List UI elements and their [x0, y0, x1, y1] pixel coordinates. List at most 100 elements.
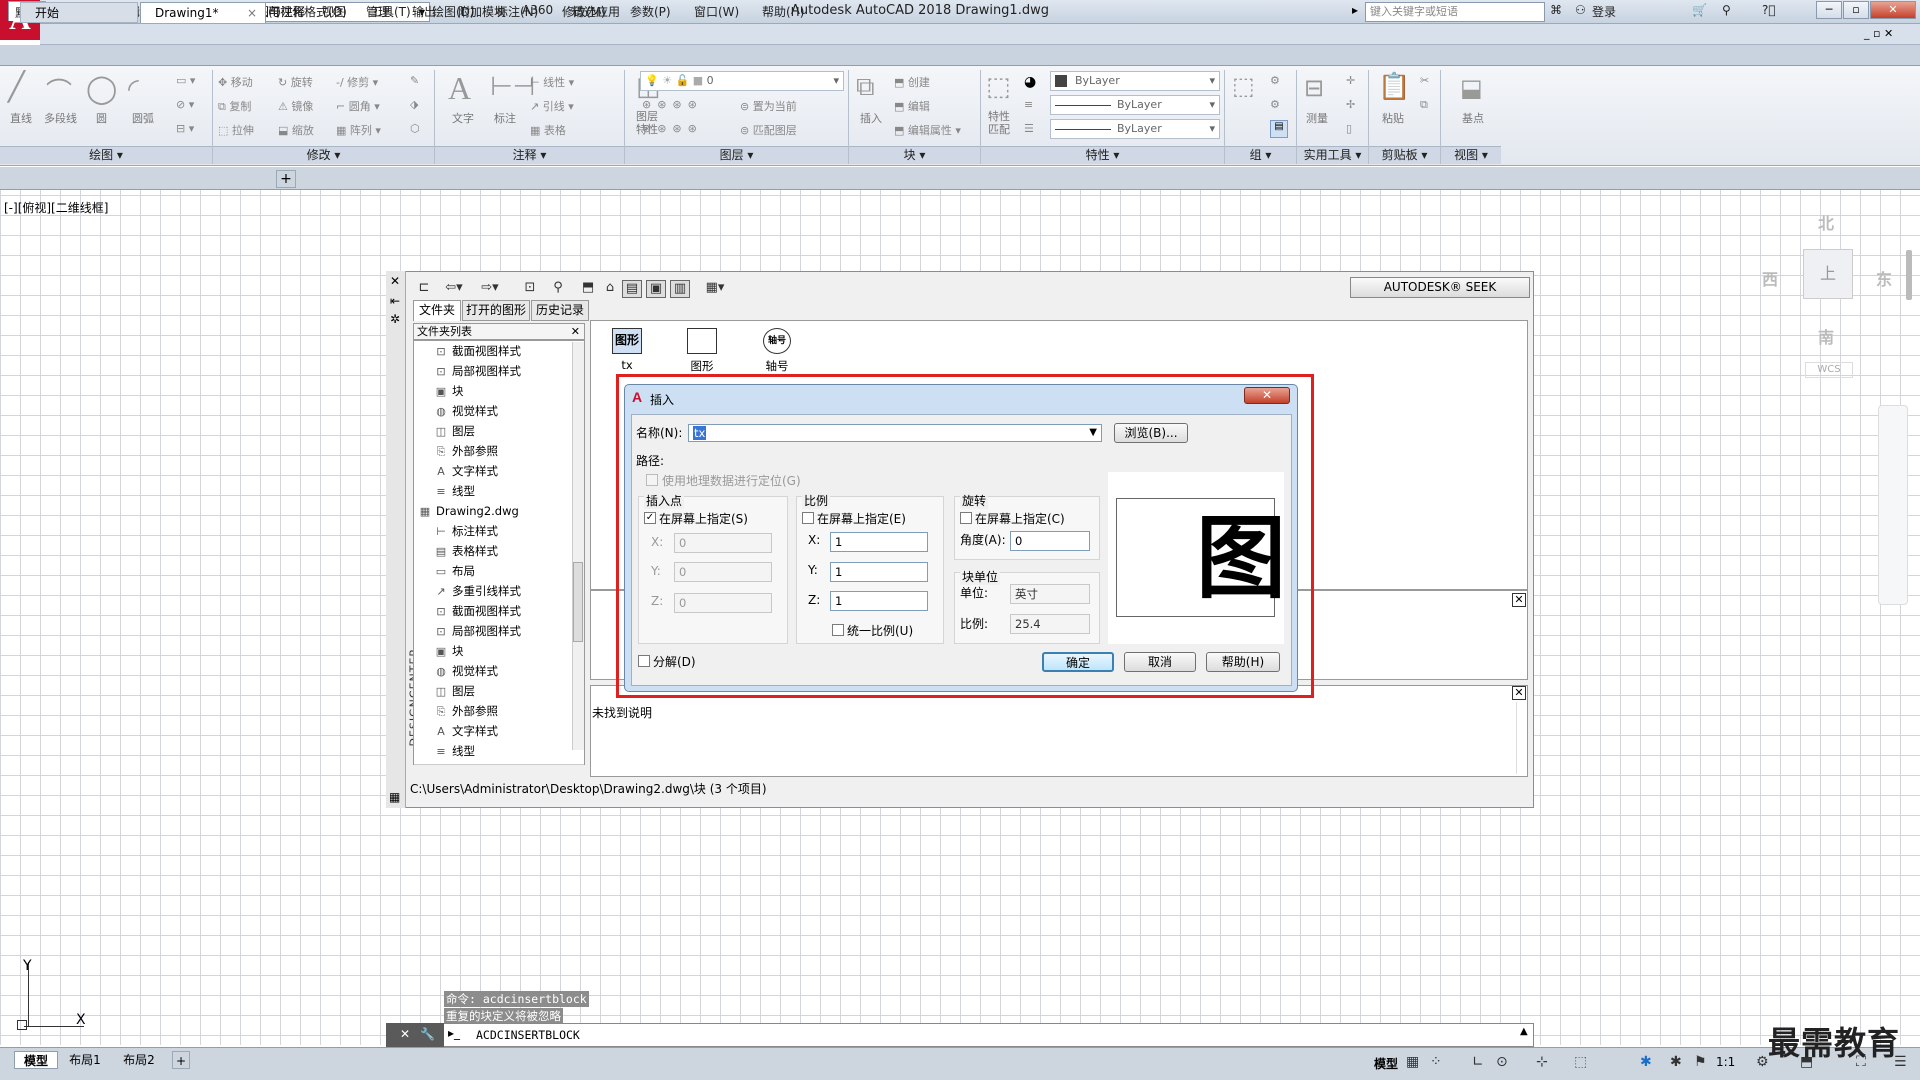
line-tool-icon[interactable]: ╱	[8, 72, 42, 106]
menu-item[interactable]: 帮助(H)	[762, 3, 804, 20]
mirror-tool[interactable]: ⚠ 镜像	[278, 98, 313, 114]
cart-icon[interactable]: 🛒	[1692, 3, 1707, 17]
tree-node[interactable]: ▦ Drawing2.dwg	[414, 501, 584, 521]
menu-item[interactable]: 参数(P)	[630, 3, 671, 20]
color-select[interactable]: ByLayer ▾	[1050, 71, 1220, 91]
lineweight-icon[interactable]: ☰	[1024, 122, 1034, 135]
stretch-tool[interactable]: ⬚ 拉伸	[218, 122, 254, 138]
palette-autohide-icon[interactable]: ⇤	[390, 294, 400, 308]
arc-tool-icon[interactable]: ◜	[128, 72, 162, 106]
hatch-icon[interactable]: ⊘ ▾	[176, 98, 194, 111]
copy-tool[interactable]: ⧉ 复制	[218, 98, 251, 114]
scale-x-input[interactable]: 1	[830, 532, 928, 552]
home-icon[interactable]: ⌂	[600, 280, 620, 298]
tree-vertical-scrollbar[interactable]	[572, 342, 584, 750]
match-layer[interactable]: ⊜ 匹配图层	[740, 122, 797, 138]
ribbon-tab[interactable]: 管理	[366, 3, 390, 20]
layout-tab-1[interactable]: 布局1	[60, 1051, 110, 1069]
color-wheel-icon[interactable]: ◕	[1024, 74, 1036, 90]
text-tool-icon[interactable]: A	[448, 70, 471, 107]
set-current-layer[interactable]: ⊜ 置为当前	[740, 98, 797, 114]
forward-icon[interactable]: ⇨▾	[480, 280, 500, 298]
rotation-onscreen-checkbox[interactable]	[960, 512, 972, 524]
block-item-axis[interactable]: 轴号 轴号	[747, 328, 807, 374]
basepoint-icon[interactable]: ⬓	[1460, 74, 1483, 102]
tab-drawing1[interactable]: Drawing1* ×	[140, 2, 266, 23]
copy-clip-icon[interactable]: ⧉	[1420, 98, 1428, 112]
insertion-x-input[interactable]: 0	[674, 533, 772, 553]
match-properties-icon[interactable]: ⬚	[986, 72, 1011, 102]
select-icon[interactable]: ✢	[1346, 98, 1355, 111]
block-name-combobox[interactable]: tx ▼	[688, 424, 1102, 442]
model-space-toggle[interactable]: 模型	[1374, 1055, 1398, 1072]
tab-folders[interactable]: 文件夹	[413, 300, 461, 321]
group-select-toggle[interactable]: ▤	[1270, 120, 1288, 138]
tab-open-drawings[interactable]: 打开的图形	[462, 300, 530, 321]
ribbon-panel-title[interactable]: 块 ▾	[849, 146, 980, 164]
circle-tool-icon[interactable]: ◯	[86, 72, 120, 106]
cancel-button[interactable]: 取消	[1124, 652, 1196, 672]
tree-node[interactable]: ⊡ 局部视图样式	[414, 621, 584, 641]
rectangle-icon[interactable]: ▭ ▾	[176, 74, 195, 87]
group-tool-2[interactable]: ⚙	[1270, 98, 1280, 111]
fillet-tool[interactable]: ⌐ 圆角 ▾	[336, 98, 380, 114]
viewport-controls[interactable]: [-][俯视][二维线框]	[4, 199, 108, 216]
tree-node[interactable]: A 文字样式	[414, 461, 584, 481]
scale-z-input[interactable]: 1	[830, 591, 928, 611]
layout-tab-2[interactable]: 布局2	[114, 1051, 164, 1069]
search-expand-icon[interactable]: ▸	[1352, 3, 1358, 17]
tree-node[interactable]: ↗ 多重引线样式	[414, 581, 584, 601]
menu-item[interactable]: 窗口(W)	[694, 3, 739, 20]
viewcube-east[interactable]: 东	[1876, 266, 1892, 290]
ribbon-tab[interactable]: 精选应用	[572, 3, 620, 20]
wcs-menu[interactable]: WCS	[1805, 362, 1853, 378]
tab-close-icon[interactable]: ×	[247, 3, 257, 23]
canvas-scroll-handle[interactable]	[1906, 250, 1912, 300]
viewcube-south[interactable]: 南	[1818, 324, 1834, 348]
tree-node[interactable]: ▤ 表格样式	[414, 541, 584, 561]
ribbon-tab[interactable]: 视图	[322, 3, 346, 20]
up-icon[interactable]: ⊡	[520, 280, 540, 298]
block-item-shape[interactable]: 图形	[672, 328, 732, 374]
ribbon-panel-title[interactable]: 组 ▾	[1225, 146, 1296, 164]
tree-node[interactable]: ⊡ 截面视图样式	[414, 341, 584, 361]
scale-tool[interactable]: ⬓ 缩放	[278, 122, 314, 138]
tree-node[interactable]: ⊡ 局部视图样式	[414, 361, 584, 381]
tree-node[interactable]: ◫ 图层	[414, 421, 584, 441]
tab-start[interactable]: 开始	[20, 2, 138, 23]
move-tool[interactable]: ✥ 移动	[218, 74, 253, 90]
grid-icon[interactable]: ▦	[1406, 1054, 1419, 1070]
linear-dim-tool[interactable]: ⊢ 线性 ▾	[530, 74, 574, 90]
array-tool[interactable]: ▦ 阵列 ▾	[336, 122, 381, 138]
angle-input[interactable]: 0	[1010, 531, 1090, 551]
tree-horizontal-scrollbar[interactable]	[414, 764, 584, 776]
binoculars-icon[interactable]: ⌘	[1550, 3, 1562, 17]
tree-node[interactable]: ⎘ 外部参照	[414, 441, 584, 461]
back-icon[interactable]: ⇦▾	[444, 280, 464, 298]
dynamic-ucs-icon[interactable]: ⬚	[1574, 1054, 1587, 1070]
help-icon[interactable]: ?⃝	[1762, 3, 1776, 17]
insertion-y-input[interactable]: 0	[674, 562, 772, 582]
palette-close-icon[interactable]: ✕	[390, 274, 400, 288]
tree-node[interactable]: ◫ 图层	[414, 681, 584, 701]
polar-icon[interactable]: ⊙	[1496, 1054, 1508, 1070]
auto-scale-icon[interactable]: ✱	[1670, 1054, 1682, 1070]
palette-properties-icon[interactable]: ✲	[390, 312, 400, 326]
layer-select[interactable]: 💡 ☀ 🔓 ■ 0 ▾	[640, 71, 844, 91]
help-button[interactable]: 帮助(H)	[1206, 652, 1280, 672]
search-input[interactable]: 键入关键字或短语	[1365, 2, 1545, 22]
lineweight-select[interactable]: ByLayer ▾	[1050, 119, 1220, 139]
ribbon-tab[interactable]: 附加模块	[458, 3, 506, 20]
insertion-onscreen-checkbox[interactable]: ✓	[644, 512, 656, 524]
scale-onscreen-checkbox[interactable]	[802, 512, 814, 524]
layer-tool-icons[interactable]: ⊛⊛⊛⊛	[642, 122, 703, 135]
tab-history[interactable]: 历史记录	[531, 300, 589, 321]
ribbon-panel-title[interactable]: 特性 ▾	[981, 146, 1224, 164]
group-icon[interactable]: ⬚	[1232, 72, 1255, 100]
ribbon-panel-title[interactable]: 注释 ▾	[435, 146, 624, 164]
scale-y-input[interactable]: 1	[830, 562, 928, 582]
tree-node[interactable]: ▭ 布局	[414, 561, 584, 581]
command-settings-icon[interactable]: 🔧	[420, 1027, 435, 1041]
rotate-tool[interactable]: ↻ 旋转	[278, 74, 313, 90]
tree-node[interactable]: ◍ 视觉样式	[414, 661, 584, 681]
